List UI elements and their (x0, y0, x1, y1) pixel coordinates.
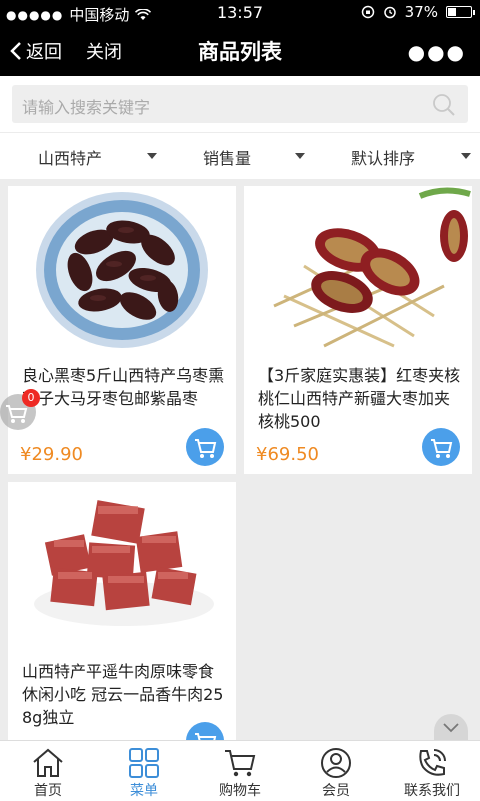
product-name[interactable]: 良心黑枣5斤山西特产乌枣熏枣子大马牙枣包邮紫晶枣 (22, 364, 226, 410)
tab-cart[interactable]: 购物车 (192, 741, 288, 801)
product-card[interactable]: 良心黑枣5斤山西特产乌枣熏枣子大马牙枣包邮紫晶枣 ¥29.90 (8, 186, 236, 474)
cart-icon (195, 733, 217, 740)
cart-count-badge: 0 (22, 389, 40, 407)
product-price: ¥29.90 (20, 444, 83, 465)
tab-member[interactable]: 会员 (288, 741, 384, 801)
caret-down-icon (147, 153, 157, 159)
add-to-cart-button[interactable] (186, 722, 224, 740)
battery-percent: 37% (404, 3, 438, 21)
back-button[interactable]: 返回 (10, 38, 62, 64)
product-card[interactable]: 山西特产平遥牛肉原味零食休闲小吃 冠云一品香牛肉258g独立 (8, 482, 236, 740)
cart-icon (431, 439, 453, 458)
product-name[interactable]: 山西特产平遥牛肉原味零食休闲小吃 冠云一品香牛肉258g独立 (22, 660, 226, 729)
product-name[interactable]: 【3斤家庭实惠装】红枣夹核桃仁山西特产新疆大枣加夹核桃500 (258, 364, 462, 433)
more-dots-icon[interactable]: ●●● (408, 40, 466, 64)
filter-sort[interactable]: 默认排序 (351, 145, 415, 169)
bottom-tab-bar: 首页 菜单 购物车 会员 联系我们 (0, 740, 480, 801)
home-icon (33, 748, 63, 777)
chevron-down-icon (443, 723, 459, 733)
product-price: ¥69.50 (256, 444, 319, 465)
tab-cart-label: 购物车 (219, 783, 261, 799)
product-image[interactable] (244, 186, 472, 354)
cart-icon (225, 750, 256, 777)
tab-home-label: 首页 (34, 783, 62, 799)
add-to-cart-button[interactable] (186, 428, 224, 466)
rotation-lock-icon (361, 5, 374, 19)
search-placeholder: 请输入搜索关键字 (22, 98, 151, 117)
product-image[interactable] (8, 186, 236, 354)
product-card[interactable]: 【3斤家庭实惠装】红枣夹核桃仁山西特产新疆大枣加夹核桃500 ¥69.50 (244, 186, 472, 474)
search-input[interactable]: 请输入搜索关键字 (12, 85, 468, 123)
battery-icon (446, 6, 475, 18)
filter-sales-label: 销售量 (203, 149, 252, 168)
caret-down-icon (295, 153, 305, 159)
tab-contact[interactable]: 联系我们 (384, 741, 480, 801)
search-bar: 请输入搜索关键字 (0, 76, 480, 132)
filter-category-label: 山西特产 (38, 149, 103, 168)
back-label: 返回 (26, 42, 62, 63)
tab-member-label: 会员 (322, 783, 350, 799)
search-icon[interactable] (432, 93, 456, 117)
add-to-cart-button[interactable] (422, 428, 460, 466)
status-bar: ●●●●● 中国移动 13:57 37% (0, 0, 480, 26)
caret-down-icon (461, 153, 471, 159)
tab-menu[interactable]: 菜单 (96, 741, 192, 801)
menu-grid-icon (129, 748, 159, 778)
product-image[interactable] (8, 482, 236, 650)
filter-sales[interactable]: 销售量 (203, 145, 251, 169)
tab-contact-label: 联系我们 (404, 783, 460, 799)
member-icon (321, 748, 351, 778)
filter-bar: 山西特产 销售量 默认排序 (0, 132, 480, 179)
navigation-bar: 返回 关闭 商品列表 ●●● (0, 26, 480, 76)
filter-sort-label: 默认排序 (351, 149, 416, 168)
alarm-icon (383, 6, 396, 19)
cart-icon (195, 439, 217, 458)
phone-icon (419, 749, 446, 776)
scroll-to-top-button[interactable] (434, 714, 468, 742)
close-button[interactable]: 关闭 (86, 38, 122, 64)
chevron-left-icon (10, 42, 21, 60)
filter-category[interactable]: 山西特产 (38, 145, 102, 169)
tab-home[interactable]: 首页 (0, 741, 96, 801)
tab-menu-label: 菜单 (130, 783, 158, 799)
